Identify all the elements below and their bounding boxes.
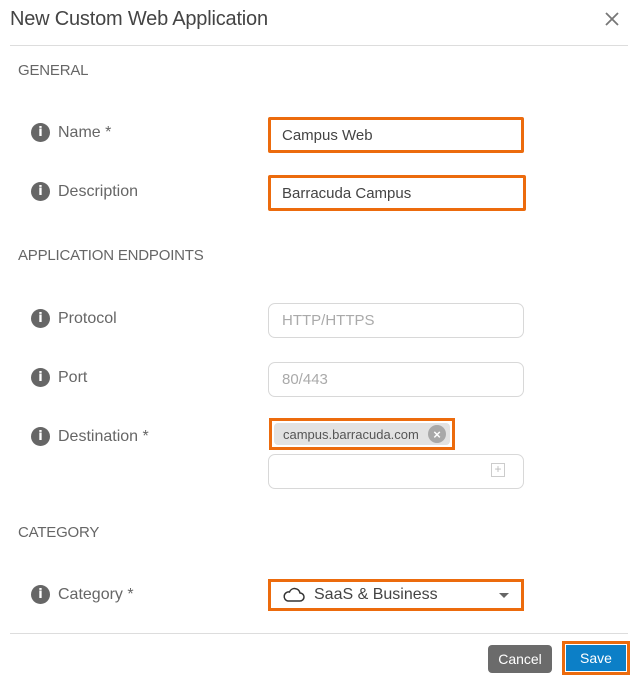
description-input[interactable]: Barracuda Campus [268,175,526,211]
section-category: CATEGORY [18,524,100,541]
port-input[interactable]: 80/443 [268,362,524,397]
cloud-icon [283,587,305,602]
category-label: i Category * [31,585,134,604]
info-icon[interactable]: i [31,123,50,142]
category-select[interactable]: SaaS & Business [268,579,524,611]
remove-chip-icon[interactable]: × [428,425,446,443]
add-icon[interactable]: + [491,463,505,477]
section-general: GENERAL [18,62,89,79]
header-divider [10,45,628,46]
close-icon [605,12,619,26]
cancel-button[interactable]: Cancel [488,645,552,673]
save-button-wrapper: Save [562,641,630,675]
save-button[interactable]: Save [566,645,626,671]
info-icon[interactable]: i [31,585,50,604]
info-icon[interactable]: i [31,309,50,328]
destination-chip: campus.barracuda.com × [269,418,455,450]
protocol-label: i Protocol [31,309,117,328]
port-label: i Port [31,368,87,387]
description-label: i Description [31,182,138,201]
info-icon[interactable]: i [31,427,50,446]
protocol-input[interactable]: HTTP/HTTPS [268,303,524,338]
close-button[interactable] [602,9,622,29]
footer-divider [10,633,628,634]
destination-label: i Destination * [31,427,149,446]
destination-input[interactable]: + [268,454,524,489]
dialog-title: New Custom Web Application [10,8,268,30]
name-label: i Name * [31,123,111,142]
name-input[interactable]: Campus Web [268,117,524,153]
info-icon[interactable]: i [31,368,50,387]
section-endpoints: APPLICATION ENDPOINTS [18,247,204,264]
info-icon[interactable]: i [31,182,50,201]
chip-label: campus.barracuda.com [283,426,419,442]
chevron-down-icon [499,593,509,598]
